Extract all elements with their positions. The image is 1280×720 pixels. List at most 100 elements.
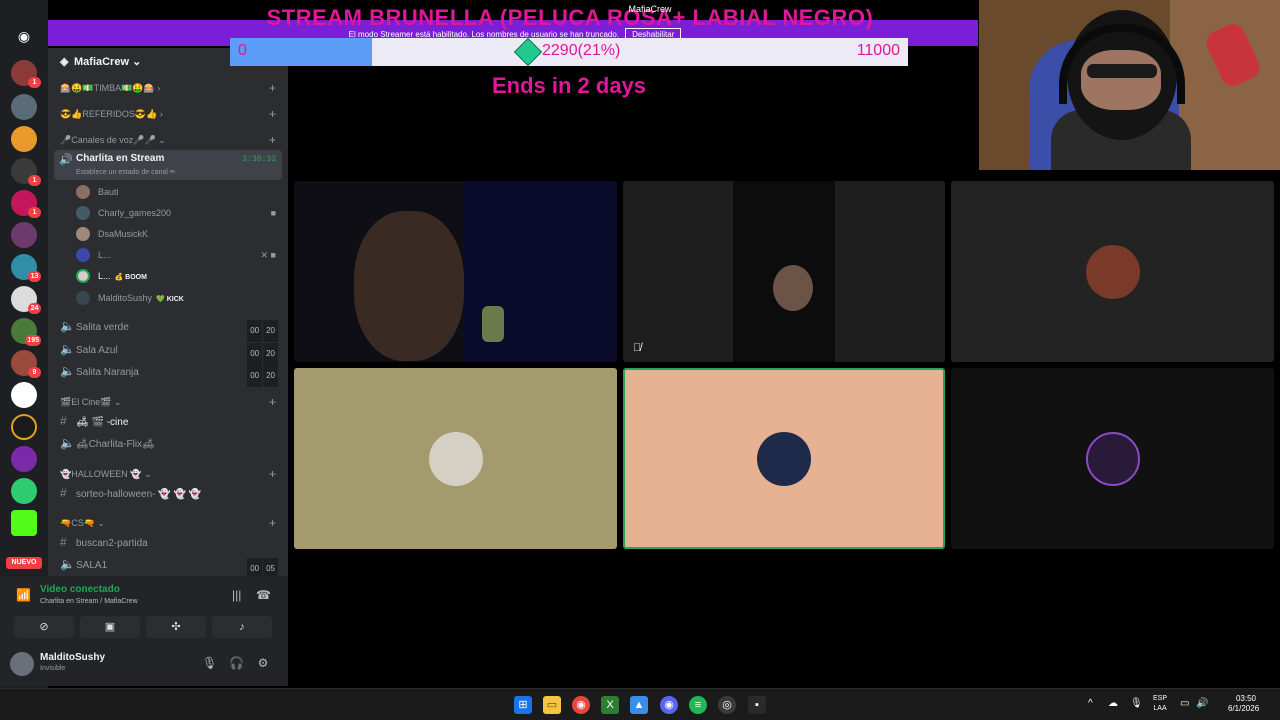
voice-member[interactable]: Charly_games200 ■ — [74, 203, 282, 223]
avatar — [757, 431, 811, 486]
user-status: Invisible — [40, 665, 66, 672]
server-icon[interactable]: 24 — [11, 286, 41, 314]
member-name: DsaMusickK — [98, 229, 149, 239]
app-icon[interactable]: ▪ — [748, 696, 766, 714]
avatar[interactable] — [10, 652, 34, 676]
clock[interactable]: 03:50 6/1/2026 — [1228, 694, 1259, 714]
activities-button[interactable]: ✣ — [146, 616, 206, 638]
hash-icon: # — [60, 535, 67, 549]
windows-start-icon[interactable]: ⊞ — [514, 696, 532, 714]
category-voice[interactable]: 🎤Canales de voz🎤🎤 ⌄ + — [48, 130, 288, 150]
voice-member[interactable]: MalditoSushy 💚 KICK — [74, 288, 282, 308]
category-label: 😎👍REFERIDOS😎👍 — [60, 109, 158, 119]
server-icon[interactable]: 13 — [11, 254, 41, 282]
kick-icon[interactable] — [11, 510, 37, 536]
voice-channel-sala-azul[interactable]: 🔈Sala Azul 00 20 — [48, 339, 288, 365]
photos-icon[interactable]: ▲ — [630, 696, 648, 714]
language-indicator[interactable]: ESP LAA — [1153, 694, 1167, 714]
obs-icon[interactable]: ◎ — [718, 696, 736, 714]
voice-channel-salita-naranja[interactable]: 🔈Salita Naranja 00 20 — [48, 361, 288, 387]
avatar — [76, 248, 90, 262]
server-icon[interactable] — [11, 126, 37, 152]
member-tag: 💚 KICK — [156, 296, 184, 303]
spotify-icon[interactable]: ≡ — [689, 696, 707, 714]
voice-channel-sala1[interactable]: 🔈SALA1 00 05 — [48, 554, 288, 576]
member-name: Bauti — [98, 187, 119, 197]
add-channel-icon[interactable]: + — [269, 104, 276, 124]
text-channel-buscan2[interactable]: # buscan2-partida — [48, 532, 288, 552]
volume-icon[interactable]: 🔊 — [1196, 698, 1208, 709]
excel-icon[interactable]: X — [601, 696, 619, 714]
server-icon[interactable] — [11, 446, 37, 472]
add-channel-icon[interactable]: + — [269, 513, 276, 533]
microphone-icon[interactable]: 🎙 — [1130, 698, 1143, 709]
voice-channel-active[interactable]: 🔊 Charlita en Stream Establece un estado… — [54, 150, 282, 180]
member-name: L... — [98, 271, 111, 281]
voice-member[interactable]: Bauti — [74, 182, 282, 202]
server-icon[interactable] — [11, 382, 37, 408]
disconnect-icon[interactable]: ☎ — [256, 588, 271, 602]
voice-channel-salita-verde[interactable]: 🔈Salita verde 00 20 — [48, 316, 288, 342]
video-tile[interactable]: 🎙̸ — [623, 181, 945, 362]
voice-status-title[interactable]: Video conectado — [40, 584, 120, 595]
voice-status-subtitle[interactable]: Charlita en Stream / MafiaCrew — [40, 598, 138, 605]
voice-member[interactable]: L... 💰 BOOM — [74, 266, 282, 286]
gear-icon[interactable]: ⚙ — [256, 656, 270, 670]
screen-share-button[interactable]: ▣ — [80, 616, 140, 638]
video-tile[interactable] — [294, 181, 617, 362]
noise-suppression-icon[interactable]: ||| — [232, 588, 241, 602]
category-label: 👻HALLOWEEN 👻 — [60, 469, 142, 479]
signal-icon[interactable]: 📶 — [16, 588, 31, 602]
member-name: L... — [98, 250, 111, 260]
category-halloween[interactable]: 👻HALLOWEEN 👻 ⌄ + — [48, 464, 288, 484]
category-referidos[interactable]: 😎👍REFERIDOS😎👍 › + — [48, 104, 288, 124]
avatar — [1085, 244, 1140, 299]
chrome-icon[interactable]: ◉ — [572, 696, 590, 714]
microphone-icon[interactable]: 🎙 — [202, 656, 217, 670]
webcam-overlay — [979, 0, 1280, 170]
server-icon[interactable] — [11, 478, 37, 504]
user-count: 00 20 — [246, 365, 278, 387]
soundboard-icon: ♪ — [239, 621, 245, 633]
network-icon[interactable]: ▭ — [1180, 698, 1189, 709]
add-channel-icon[interactable]: + — [269, 130, 276, 150]
voice-member[interactable]: L... ✕ ■ — [74, 245, 282, 265]
speaker-icon: 🔈 — [60, 319, 75, 333]
server-icon[interactable]: 9 — [11, 350, 41, 378]
server-icon[interactable]: 195 — [11, 318, 41, 346]
speaker-icon: 🔈 — [60, 342, 75, 356]
video-tile-speaking[interactable] — [623, 368, 945, 549]
headphones-icon[interactable]: 🎧 — [229, 656, 244, 670]
unread-badge: 1 — [28, 207, 41, 218]
video-tile[interactable] — [951, 181, 1274, 362]
category-label: 🎬El Cine🎬 — [60, 397, 112, 407]
discord-icon[interactable]: ◉ — [660, 696, 678, 714]
call-timer: 3:38:33 — [242, 155, 276, 164]
video-tile[interactable] — [294, 368, 617, 549]
avatar — [76, 227, 90, 241]
cloud-icon[interactable]: ☁ — [1108, 698, 1118, 709]
category-cine[interactable]: 🎬El Cine🎬 ⌄ + — [48, 392, 288, 412]
server-icon[interactable] — [11, 222, 37, 248]
video-tile[interactable] — [951, 368, 1274, 549]
file-explorer-icon[interactable]: ▭ — [543, 696, 561, 714]
add-channel-icon[interactable]: + — [269, 464, 276, 484]
activities-icon: ✣ — [171, 621, 181, 633]
username[interactable]: MalditoSushy — [40, 652, 105, 663]
server-icon[interactable]: 1 — [11, 190, 41, 218]
soundboard-button[interactable]: ♪ — [212, 616, 272, 638]
voice-channel-charlita-flix[interactable]: 🔈🛋Charlita-Flix🛋 — [48, 433, 288, 453]
screen: ◉ 1 1 1 13 24 195 9 NUEVO ◈ MafiaCrew ⌄ 🎰… — [0, 0, 1280, 720]
channel-name: sorteo-halloween- 👻 👻 👻 — [76, 489, 202, 500]
chevron-up-icon[interactable]: ^ — [1088, 698, 1093, 709]
server-icon[interactable]: 1 — [11, 158, 41, 186]
server-icon[interactable] — [11, 414, 37, 440]
text-channel-sorteo[interactable]: # sorteo-halloween- 👻 👻 👻 — [48, 483, 288, 503]
avatar — [428, 431, 483, 486]
camera-toggle-button[interactable]: ⊘ — [14, 616, 74, 638]
voice-member[interactable]: DsaMusickK — [74, 224, 282, 244]
add-channel-icon[interactable]: + — [269, 392, 276, 412]
category-cs[interactable]: 🔫CS🔫 ⌄ + — [48, 513, 288, 533]
text-channel-cine[interactable]: # 🛋 🎬 -cine — [48, 411, 288, 431]
channel-status[interactable]: Establece un estado de canal ✏ — [76, 168, 176, 176]
